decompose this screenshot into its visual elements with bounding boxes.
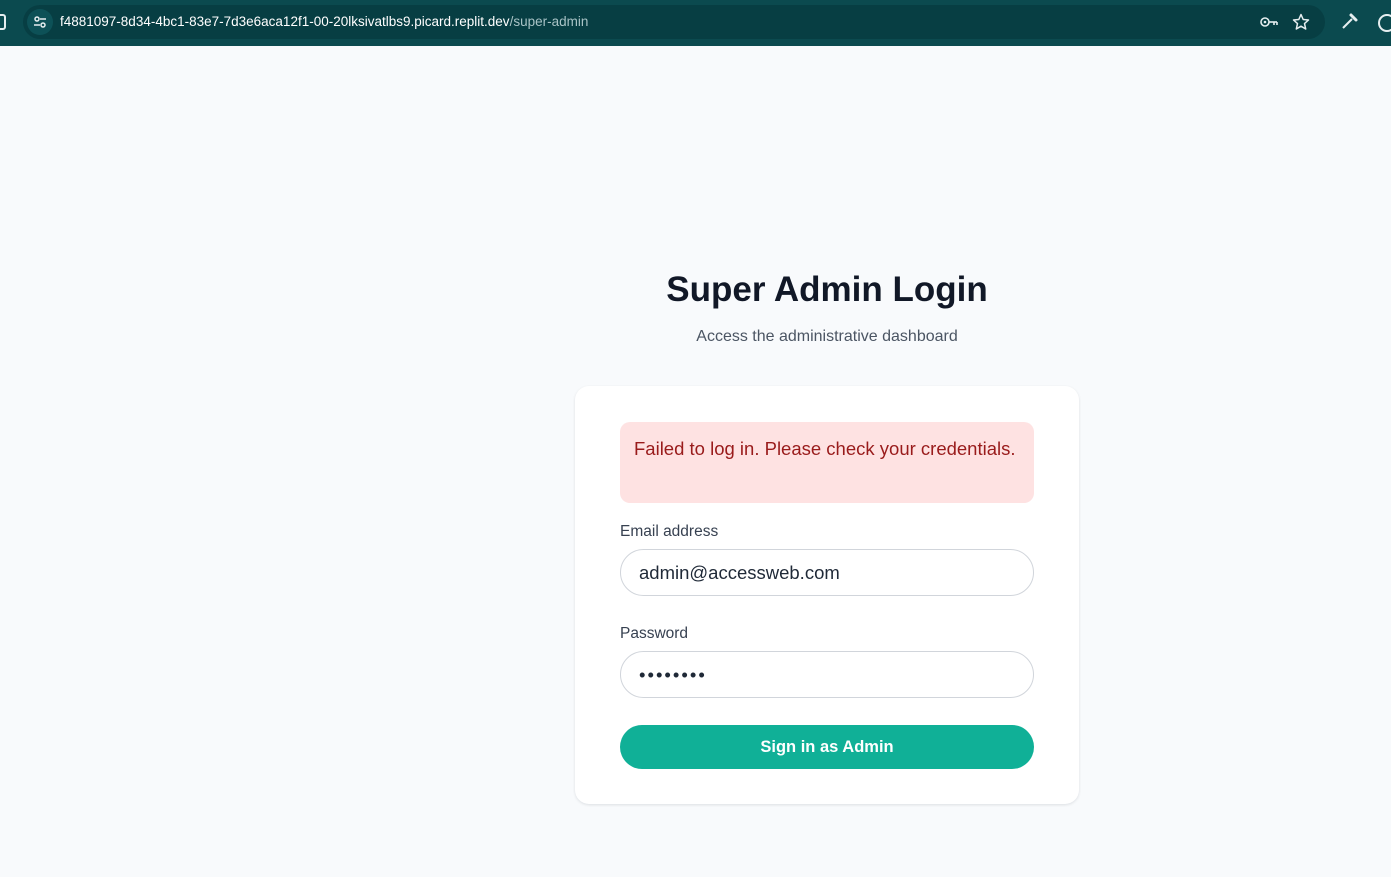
email-field[interactable] <box>620 549 1034 596</box>
email-label: Email address <box>620 523 719 540</box>
error-alert: Failed to log in. Please check your cred… <box>620 422 1034 503</box>
url-text[interactable]: f4881097-8d34-4bc1-83e7-7d3e6aca12f1-00-… <box>60 5 588 39</box>
password-field[interactable] <box>620 651 1034 698</box>
key-icon[interactable] <box>1259 14 1279 35</box>
page-title: Super Admin Login <box>666 270 988 309</box>
browser-toolbar: f4881097-8d34-4bc1-83e7-7d3e6aca12f1-00-… <box>0 0 1391 46</box>
url-host: f4881097-8d34-4bc1-83e7-7d3e6aca12f1-00-… <box>60 14 510 29</box>
tab-edge-icon[interactable] <box>0 14 6 30</box>
page-subtitle: Access the administrative dashboard <box>696 328 958 345</box>
address-bar[interactable]: f4881097-8d34-4bc1-83e7-7d3e6aca12f1-00-… <box>23 5 1325 39</box>
extension-icon[interactable] <box>1378 14 1391 32</box>
star-icon[interactable] <box>1292 13 1310 36</box>
password-label: Password <box>620 625 689 642</box>
site-info-icon[interactable] <box>27 9 53 35</box>
login-card: Failed to log in. Please check your cred… <box>575 386 1079 804</box>
eyedropper-icon[interactable] <box>1341 12 1359 35</box>
sign-in-button[interactable]: Sign in as Admin <box>620 725 1034 769</box>
url-path: /super-admin <box>509 14 589 29</box>
